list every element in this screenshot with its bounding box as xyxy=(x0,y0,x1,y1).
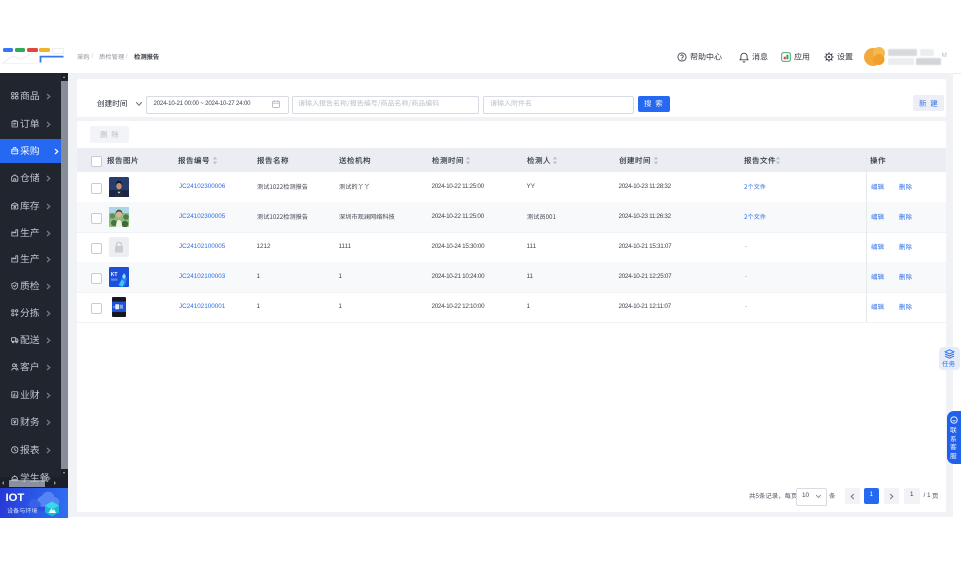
svg-text:KT: KT xyxy=(110,272,117,278)
